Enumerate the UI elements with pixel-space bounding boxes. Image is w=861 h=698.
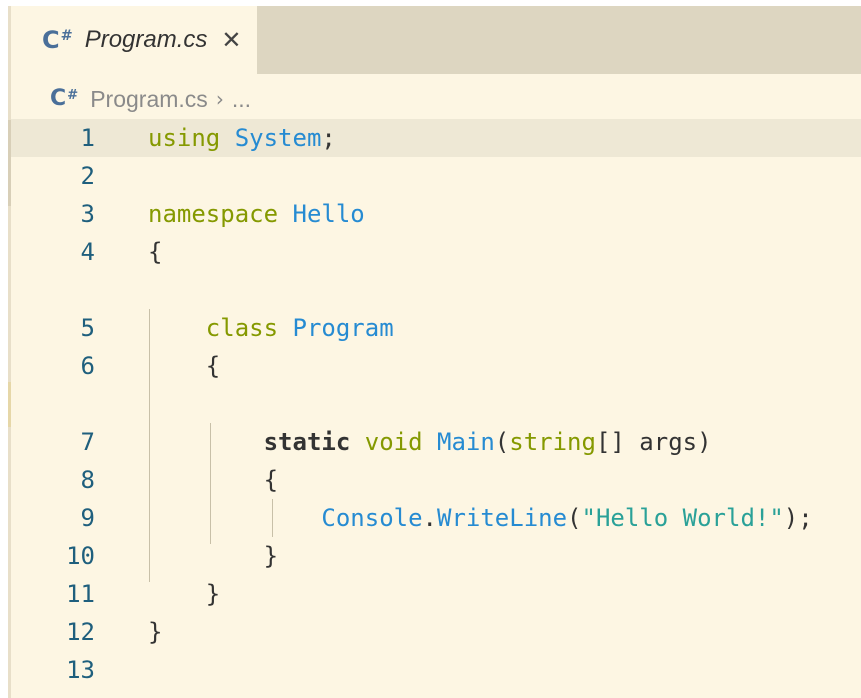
- csharp-file-icon: C #: [42, 26, 73, 54]
- code-token: namespace: [148, 200, 279, 228]
- line-number: 10: [66, 542, 95, 570]
- code-token: (: [494, 428, 510, 456]
- code-text: {: [148, 461, 278, 499]
- code-token: {: [148, 466, 279, 494]
- code-line[interactable]: 7 static void Main(string[] args): [8, 423, 861, 461]
- code-line[interactable]: 11 }: [8, 575, 861, 613]
- code-text: {: [148, 233, 162, 271]
- chevron-right-icon: ›: [215, 87, 224, 111]
- line-number: 12: [66, 618, 95, 646]
- tab-bar: C # Program.cs ✕: [8, 6, 861, 74]
- code-token: {: [148, 352, 221, 380]
- code-token: Program: [292, 314, 394, 342]
- breadcrumb: C # Program.cs › ...: [50, 83, 251, 115]
- code-token: {: [148, 238, 163, 266]
- editor-window: C # Program.cs ✕ C # Program.cs › ... 1 usi…: [8, 6, 861, 698]
- code-token: Main: [437, 428, 495, 456]
- csharp-file-icon: C #: [50, 86, 79, 111]
- code-token: System: [234, 124, 322, 152]
- code-token: class: [205, 314, 279, 342]
- code-token: [] args): [595, 428, 712, 456]
- code-text: {: [148, 347, 220, 385]
- line-number: 11: [66, 580, 95, 608]
- code-text: class Program: [148, 309, 394, 347]
- line-number: 4: [80, 238, 95, 266]
- code-token: );: [783, 504, 813, 532]
- code-text: Console.WriteLine("Hello World!");: [148, 499, 813, 537]
- line-number: 2: [80, 162, 95, 190]
- scroll-marker: [8, 120, 11, 206]
- line-number: 8: [80, 466, 95, 494]
- breadcrumb-more[interactable]: ...: [232, 86, 251, 113]
- code-line[interactable]: 9 Console.WriteLine("Hello World!");: [8, 499, 861, 537]
- code-token: static: [263, 428, 351, 456]
- code-line[interactable]: 12}: [8, 613, 861, 651]
- code-text: using System;: [148, 119, 336, 157]
- line-number: 7: [80, 428, 95, 456]
- code-text: static void Main(string[] args): [148, 423, 712, 461]
- breadcrumb-file[interactable]: Program.cs: [90, 86, 208, 113]
- code-text: }: [148, 613, 162, 651]
- editor-gutter-edge: [8, 6, 11, 698]
- code-token: (: [567, 504, 582, 532]
- line-number: 3: [80, 200, 95, 228]
- tab-program-cs[interactable]: C # Program.cs ✕: [11, 6, 257, 74]
- code-token: using: [148, 124, 221, 152]
- code-line[interactable]: 10 }: [8, 537, 861, 575]
- line-number: 6: [80, 352, 95, 380]
- scroll-marker: [8, 382, 11, 427]
- code-token: }: [148, 580, 221, 608]
- code-token: ;: [321, 124, 336, 152]
- close-icon[interactable]: ✕: [221, 26, 241, 54]
- code-token: string: [509, 428, 596, 456]
- code-text: namespace Hello: [148, 195, 365, 233]
- code-token: .: [422, 504, 437, 532]
- code-line[interactable]: 3 namespace Hello: [8, 195, 861, 233]
- line-number: 1: [80, 124, 95, 152]
- code-text: }: [148, 537, 278, 575]
- code-token: Hello: [292, 200, 365, 228]
- code-line[interactable]: 13: [8, 651, 861, 689]
- code-token: WriteLine: [437, 504, 568, 532]
- code-line[interactable]: 5 class Program: [8, 309, 861, 347]
- line-number: 5: [80, 314, 95, 342]
- code-token: "Hello World!": [581, 504, 784, 532]
- tab-label: Program.cs: [84, 26, 208, 53]
- code-token: }: [148, 618, 163, 646]
- code-token: }: [148, 542, 279, 570]
- code-text: }: [148, 575, 220, 613]
- code-line[interactable]: 6 {: [8, 347, 861, 385]
- code-line[interactable]: 2: [8, 157, 861, 195]
- code-line[interactable]: 8 {: [8, 461, 861, 499]
- line-number: 13: [66, 656, 95, 684]
- code-token: void: [364, 428, 423, 456]
- code-token: Console: [321, 504, 423, 532]
- code-line[interactable]: 4{: [8, 233, 861, 271]
- line-number: 9: [80, 504, 95, 532]
- code-line[interactable]: 1 using System;: [8, 119, 861, 157]
